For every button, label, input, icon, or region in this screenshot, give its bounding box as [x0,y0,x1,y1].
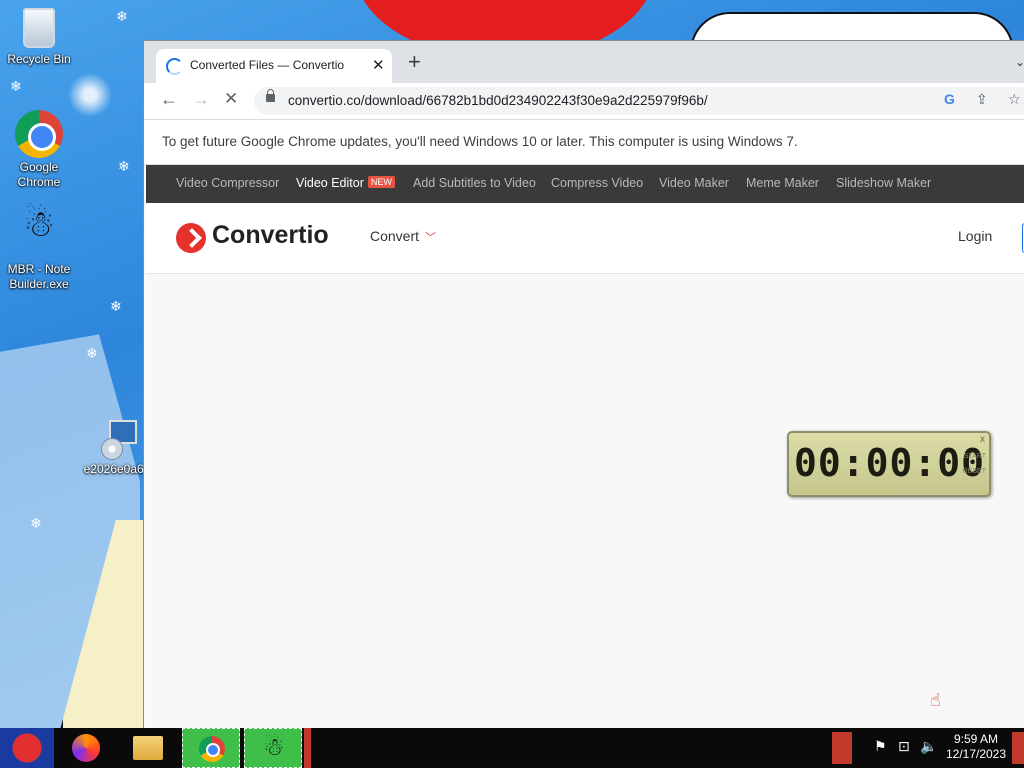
taskbar-mbr-button[interactable]: ☃ [244,728,302,768]
share-icon[interactable]: ⇪ [976,91,988,108]
google-lens-icon[interactable]: G [944,91,955,107]
new-badge: NEW [367,176,395,188]
timer-start-button[interactable]: START [964,453,986,460]
chevron-down-icon: ﹀ [425,232,437,244]
taskbar-red-marker [304,728,311,768]
loading-spinner-icon [166,58,183,75]
convertio-logo-text[interactable]: Convertio [212,221,329,250]
desktop-icon-mbr-note-builder[interactable]: ☃ MBR - Note Builder.exe [0,203,78,292]
desktop-icon-google-chrome[interactable]: Google Chrome [0,110,78,190]
system-clock[interactable]: 9:59 AM 12/17/2023 [940,732,1012,762]
desktop-icon-label: MBR - Note Builder.exe [7,262,71,291]
file-explorer-icon[interactable] [133,736,163,760]
taskbar-chrome-button[interactable] [182,728,240,768]
convert-menu-label: Convert [370,228,420,244]
lock-icon[interactable] [266,89,275,102]
nav-video-compressor[interactable]: Video Compressor [176,176,279,190]
clock-time: 9:59 AM [953,732,999,746]
hand-cursor-icon: ☝ [930,690,941,710]
address-bar[interactable]: convertio.co/download/66782b1bd0d2349022… [254,87,1024,115]
desktop-icon-recycle-bin[interactable]: Recycle Bin [0,8,78,67]
nav-video-editor[interactable]: Video Editor NEW [296,176,395,190]
installer-icon [97,420,137,460]
address-url[interactable]: convertio.co/download/66782b1bd0d2349022… [288,93,708,108]
mbr-figure-icon: ☃ [263,734,285,761]
back-arrow-icon[interactable]: ← [160,89,178,110]
nav-video-maker[interactable]: Video Maker [659,176,729,190]
convert-menu-button[interactable]: Convert ﹀ [370,228,436,245]
firefox-icon[interactable] [72,734,100,762]
snowflake-icon: ❄ [116,8,128,24]
browser-toolbar: ← → ✕ convertio.co/download/66782b1bd0d2… [144,83,1024,120]
clock-date: 12/17/2023 [945,747,1007,761]
snowflake-icon: ❄ [110,298,122,314]
login-link[interactable]: Login [958,228,992,244]
nav-slideshow-maker[interactable]: Slideshow Maker [836,176,931,190]
recycle-bin-icon [23,8,55,48]
chrome-icon [15,110,63,158]
desktop-icon-label: Google Chrome [17,160,61,189]
forward-arrow-icon[interactable]: → [192,89,210,110]
snowflake-icon: ❄ [30,515,42,531]
chrome-window: Converted Files — Convertio ✕ + ⌄ ← → ✕ … [143,40,1024,729]
convertio-top-nav: Video Compressor Video Editor NEW Add Sub… [146,165,1024,203]
taskbar: ☃ ⚑ ⊡ 🔈 9:59 AM 12/17/2023 [0,728,1024,768]
stop-loading-icon[interactable]: ✕ [224,89,238,109]
bookmark-star-icon[interactable]: ☆ [1008,91,1021,108]
stopwatch-widget[interactable]: x 00:00:00 START RESET [787,431,991,497]
chrome-icon [199,736,225,762]
action-center-flag-icon[interactable]: ⚑ [874,738,887,755]
volume-icon[interactable]: 🔈 [920,738,937,755]
nav-compress-video[interactable]: Compress Video [551,176,643,190]
tab-close-icon[interactable]: ✕ [372,56,385,74]
convertio-logo-icon[interactable] [176,223,206,253]
window-menu-chevron-icon[interactable]: ⌄ [1015,55,1024,69]
start-button[interactable] [0,728,54,768]
mbr-figure-icon: ☃ [22,203,56,244]
tab-strip: Converted Files — Convertio ✕ + ⌄ [144,41,1024,83]
timer-display: 00:00:00 [794,441,986,485]
page-content-area [146,274,1024,729]
snowflake-icon: ❄ [10,78,22,94]
snowflake-icon: ❄ [118,158,130,174]
nav-video-editor-label: Video Editor [296,176,364,190]
network-icon[interactable]: ⊡ [898,738,910,755]
timer-reset-button[interactable]: RESET [963,468,986,475]
snowflake-icon: ❄ [86,345,98,361]
desktop-icon-label: Recycle Bin [7,52,71,66]
infobar-message: To get future Google Chrome updates, you… [162,134,798,149]
tray-red-block[interactable] [832,732,852,764]
tab-title: Converted Files — Convertio [190,58,345,72]
convertio-header: Convertio Convert ﹀ Login [146,203,1024,274]
nav-add-subtitles[interactable]: Add Subtitles to Video [413,176,536,190]
tab-converted-files[interactable]: Converted Files — Convertio ✕ [156,49,392,83]
nav-meme-maker[interactable]: Meme Maker [746,176,819,190]
update-infobar: To get future Google Chrome updates, you… [144,120,1024,165]
show-desktop-button[interactable] [1012,732,1024,764]
new-tab-icon[interactable]: + [408,51,421,73]
